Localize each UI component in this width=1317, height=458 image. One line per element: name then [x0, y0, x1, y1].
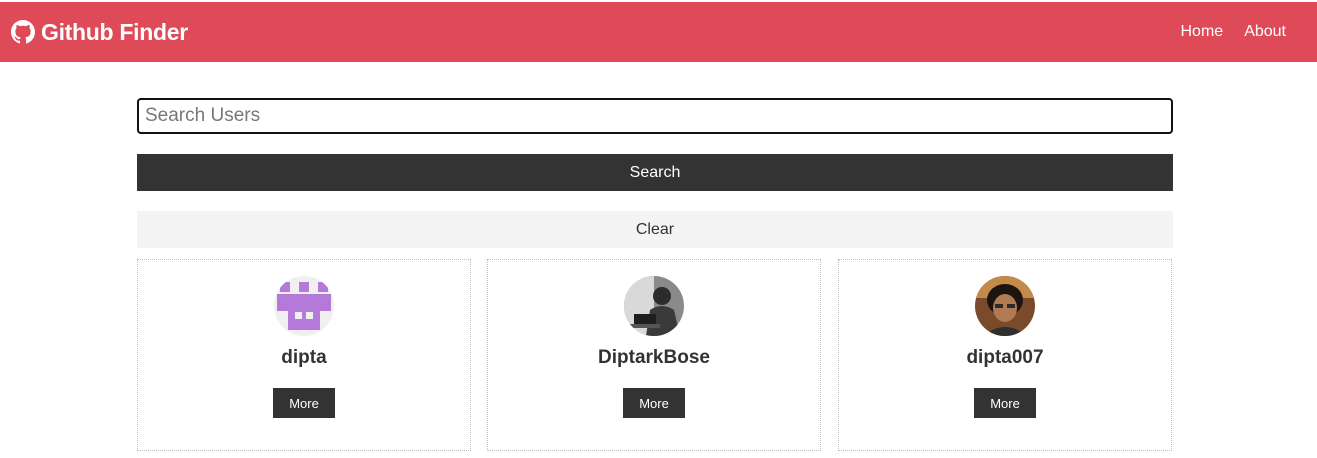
more-button[interactable]: More	[273, 388, 335, 418]
user-card: DiptarkBose More	[487, 259, 821, 451]
photo-avatar	[975, 276, 1035, 336]
user-login: DiptarkBose	[598, 347, 710, 368]
nav-links: Home About	[1160, 23, 1287, 41]
user-card: dipta007 More	[838, 259, 1172, 451]
nav-link-home[interactable]: Home	[1181, 23, 1224, 41]
photo-avatar	[624, 276, 684, 336]
search-input[interactable]	[137, 98, 1173, 134]
nav-link-about[interactable]: About	[1244, 23, 1286, 41]
search-button[interactable]: Search	[137, 154, 1173, 191]
user-login: dipta	[281, 347, 327, 368]
github-icon	[11, 20, 35, 44]
brand[interactable]: Github Finder	[11, 19, 188, 46]
more-button[interactable]: More	[623, 388, 685, 418]
app-title: Github Finder	[41, 18, 188, 45]
navbar: Github Finder Home About	[0, 2, 1317, 62]
user-card: dipta More	[137, 259, 471, 451]
more-button[interactable]: More	[974, 388, 1036, 418]
clear-button[interactable]: Clear	[137, 211, 1173, 248]
identicon-avatar	[274, 276, 334, 336]
user-login: dipta007	[966, 347, 1044, 368]
